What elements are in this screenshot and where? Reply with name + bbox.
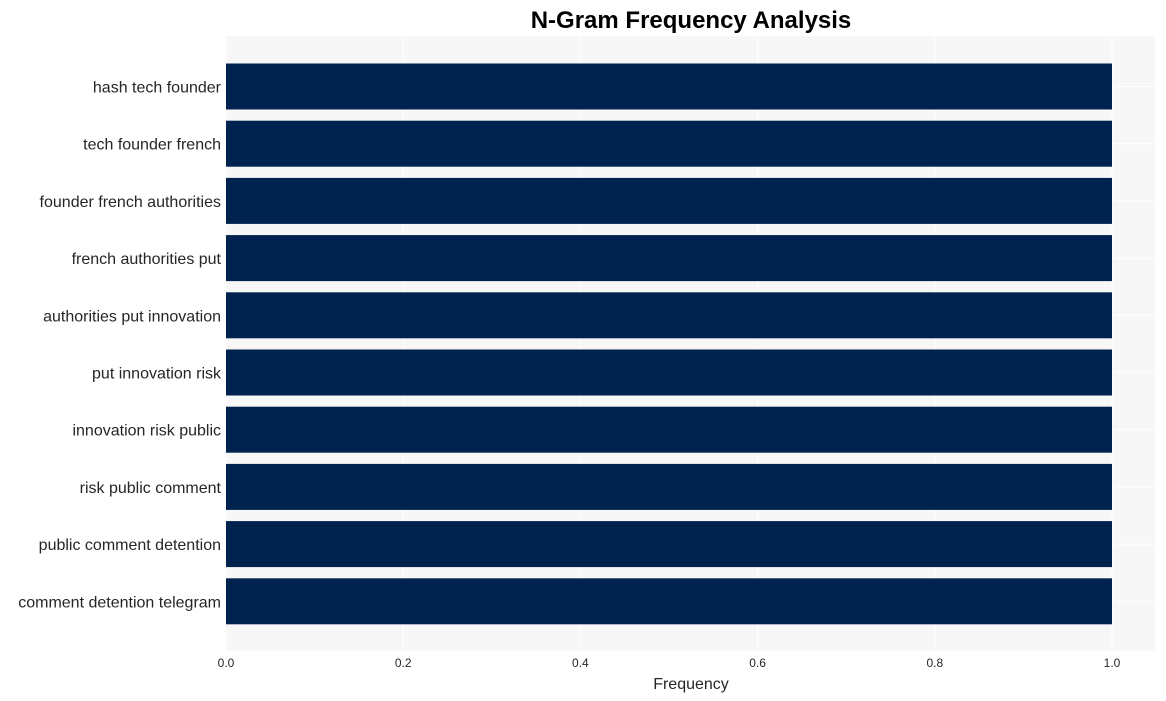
y-tick-label: public comment detention (39, 537, 221, 554)
bar (226, 235, 1112, 282)
bar (226, 406, 1112, 453)
y-tick-label: innovation risk public (72, 423, 221, 440)
x-tick-label: 1.0 (1104, 656, 1121, 670)
bar (226, 349, 1112, 396)
x-tick-label: 0.4 (572, 656, 589, 670)
bar (226, 463, 1112, 510)
bar (226, 120, 1112, 167)
x-axis-label: Frequency (653, 676, 729, 693)
chart: N-Gram Frequency Analysis hash tech foun… (18, 7, 1155, 693)
x-tick-labels: 0.0 0.2 0.4 0.6 0.8 1.0 (218, 656, 1121, 670)
y-tick-label: hash tech founder (93, 80, 222, 97)
chart-title: N-Gram Frequency Analysis (531, 7, 852, 34)
bar (226, 63, 1112, 110)
x-tick-label: 0.2 (395, 656, 412, 670)
bar (226, 521, 1112, 568)
y-tick-label: risk public comment (80, 480, 222, 497)
y-tick-labels: hash tech founder tech founder french foun… (18, 80, 222, 612)
y-tick-label: french authorities put (72, 251, 222, 268)
y-tick-label: tech founder french (83, 137, 221, 154)
bar (226, 578, 1112, 625)
y-tick-label: authorities put innovation (43, 308, 221, 325)
y-tick-label: founder french authorities (40, 194, 221, 211)
x-tick-label: 0.6 (749, 656, 766, 670)
x-tick-label: 0.8 (926, 656, 943, 670)
y-tick-label: put innovation risk (92, 366, 222, 383)
x-tick-label: 0.0 (218, 656, 235, 670)
bar (226, 292, 1112, 339)
y-tick-label: comment detention telegram (18, 594, 221, 611)
bar (226, 177, 1112, 224)
